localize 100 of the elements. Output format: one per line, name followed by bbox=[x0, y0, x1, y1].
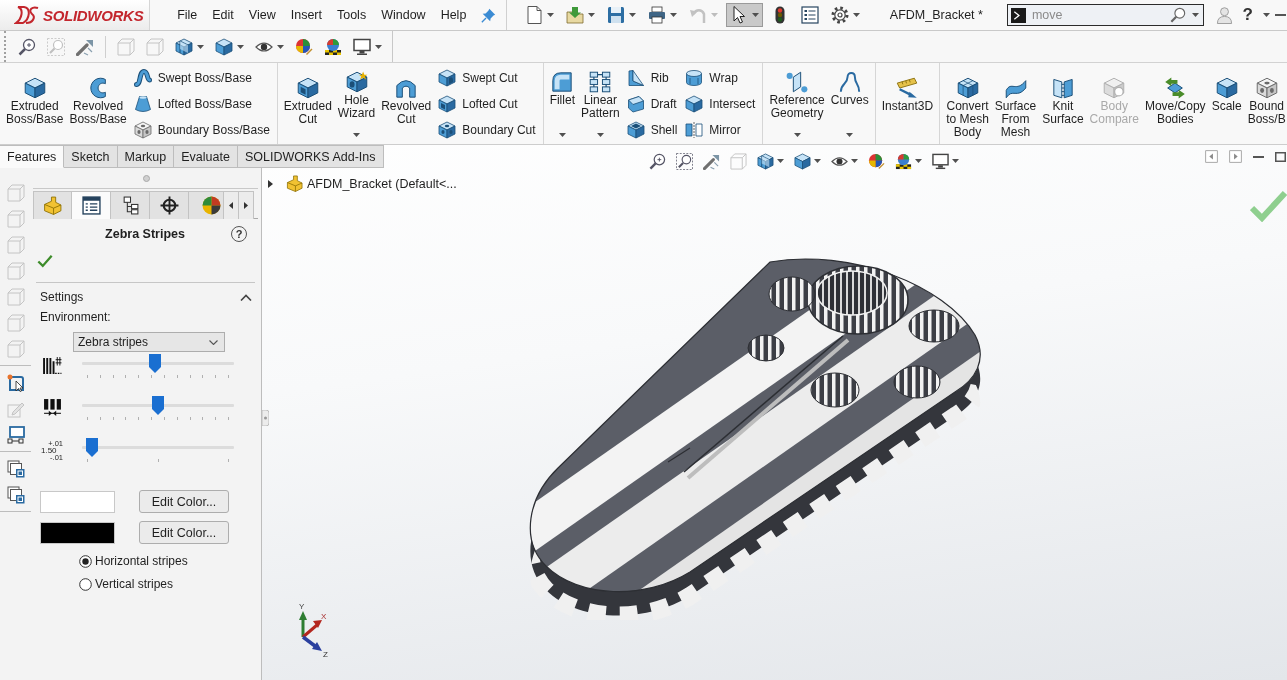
cut-block-icon bbox=[438, 69, 457, 87]
panel-tab[interactable] bbox=[111, 191, 150, 219]
ribbon-button[interactable]: Swept Cut bbox=[434, 65, 540, 91]
maximize-button[interactable] bbox=[1275, 151, 1286, 162]
brick-icon bbox=[438, 121, 457, 139]
select-button[interactable] bbox=[725, 3, 763, 27]
dock-right-button[interactable] bbox=[1229, 150, 1242, 163]
ribbon-button[interactable]: Mirror bbox=[681, 117, 760, 143]
scroll-left-button[interactable] bbox=[224, 191, 239, 219]
curved-line-icon bbox=[838, 71, 861, 93]
ribbon-button[interactable]: Reference Geometry bbox=[766, 63, 828, 144]
caret-icon bbox=[793, 133, 801, 137]
ribbon-button[interactable]: Shell bbox=[622, 117, 682, 143]
dock-left-button[interactable] bbox=[1205, 150, 1218, 163]
curved-arrow-icon bbox=[688, 6, 707, 24]
slider-thumb[interactable] bbox=[86, 438, 99, 457]
chevron-up-icon[interactable] bbox=[240, 293, 252, 301]
radio-option[interactable]: Vertical stripes bbox=[79, 576, 174, 592]
ribbon-button[interactable]: Move/Copy Bodies bbox=[1141, 63, 1209, 144]
triangle-right-icon bbox=[244, 202, 248, 209]
tab[interactable]: Sketch bbox=[64, 145, 118, 168]
menu-item[interactable]: Tools bbox=[329, 5, 374, 25]
ribbon-button[interactable]: Swept Boss/Base bbox=[129, 65, 274, 91]
menu-item[interactable]: Help bbox=[433, 5, 474, 25]
radio-option[interactable]: Horizontal stripes bbox=[79, 553, 188, 569]
sliced-cube-icon bbox=[756, 152, 774, 170]
panel-tab[interactable] bbox=[189, 191, 224, 219]
tab[interactable]: SOLIDWORKS Add-Ins bbox=[237, 145, 384, 168]
ribbon-button[interactable]: Draft bbox=[622, 91, 682, 117]
ribbon-button[interactable]: Revolved Boss/Base bbox=[66, 63, 130, 144]
caret-icon bbox=[197, 44, 204, 49]
ribbon-button[interactable]: Convert to Mesh Body bbox=[943, 63, 992, 144]
wire-box-icon bbox=[6, 210, 25, 228]
check-icon[interactable] bbox=[1250, 190, 1287, 222]
edit-color-button[interactable]: Edit Color... bbox=[139, 490, 229, 513]
grip-dot-icon[interactable] bbox=[142, 174, 150, 182]
ribbon-button[interactable]: Linear Pattern bbox=[577, 63, 623, 144]
edit-color-button[interactable]: Edit Color... bbox=[139, 521, 229, 544]
wire-box-icon bbox=[6, 314, 25, 332]
wire-box-icon bbox=[146, 37, 164, 56]
scroll-right-button[interactable] bbox=[239, 191, 254, 219]
ribbon-button[interactable]: Extruded Boss/Base bbox=[3, 63, 67, 144]
ribbon-button[interactable]: Rib bbox=[622, 65, 682, 91]
caret-icon bbox=[1191, 13, 1199, 17]
panel-tab[interactable] bbox=[150, 191, 189, 219]
menu-item[interactable]: Insert bbox=[283, 5, 330, 25]
ribbon-button[interactable]: Intersect bbox=[681, 91, 760, 117]
collapse-handle-icon[interactable] bbox=[262, 410, 269, 426]
tab[interactable]: Markup bbox=[117, 145, 175, 168]
ok-button[interactable] bbox=[37, 253, 53, 269]
color-sphere-icon bbox=[295, 37, 313, 56]
ribbon-button[interactable]: Fillet bbox=[546, 63, 578, 144]
menu-item[interactable]: Window bbox=[373, 5, 434, 25]
menu-item[interactable]: View bbox=[241, 5, 284, 25]
stripe-blocks-icon bbox=[43, 398, 62, 417]
monitor-icon bbox=[931, 152, 949, 170]
ribbon-button[interactable]: Curves bbox=[827, 63, 872, 144]
ribbon-button[interactable]: Wrap bbox=[681, 65, 760, 91]
ribbon-button[interactable]: Surface From Mesh bbox=[991, 63, 1040, 144]
ribbon-button[interactable]: Hole Wizard bbox=[334, 63, 379, 144]
caret-icon bbox=[669, 13, 677, 17]
menu-item[interactable]: Edit bbox=[204, 5, 242, 25]
caret-icon bbox=[813, 159, 821, 163]
ribbon-button[interactable]: Scale bbox=[1208, 63, 1245, 144]
ribbon-button[interactable]: Boundary Cut bbox=[434, 117, 540, 143]
cone-icon bbox=[133, 95, 152, 113]
ribbon-button[interactable]: Boundary Boss/Base bbox=[129, 117, 274, 143]
magnifier-box-icon bbox=[675, 152, 693, 170]
maximize-icon bbox=[1275, 151, 1286, 162]
menu-item[interactable]: File bbox=[169, 5, 205, 25]
box-grid-icon bbox=[589, 71, 612, 93]
caret-icon bbox=[846, 133, 854, 137]
ribbon-button[interactable]: Lofted Boss/Base bbox=[129, 91, 274, 117]
cut-block-icon bbox=[296, 77, 319, 99]
cube-icon bbox=[685, 95, 704, 113]
triangle-right-icon[interactable] bbox=[267, 179, 274, 188]
panel-tab[interactable] bbox=[72, 191, 111, 219]
tab[interactable]: Features bbox=[0, 145, 65, 168]
help-button[interactable]: ? bbox=[1234, 5, 1274, 25]
wire-box-icon bbox=[117, 37, 135, 56]
tab[interactable]: Evaluate bbox=[174, 145, 238, 168]
caret-icon bbox=[852, 13, 860, 17]
ribbon-button[interactable]: Revolved Cut bbox=[378, 63, 435, 144]
slider-thumb[interactable] bbox=[152, 396, 164, 415]
mesh-cube-icon bbox=[956, 77, 979, 99]
user-icon bbox=[1215, 6, 1233, 24]
ribbon-button[interactable]: Knit Surface bbox=[1039, 63, 1087, 144]
ribbon-button[interactable]: Extruded Cut bbox=[280, 63, 335, 144]
wire-box-icon bbox=[729, 152, 747, 170]
caret-icon bbox=[628, 13, 636, 17]
environment-dropdown[interactable]: Zebra stripes bbox=[73, 332, 225, 352]
ribbon-button[interactable]: Bound Boss/B bbox=[1244, 63, 1287, 144]
slider-thumb[interactable] bbox=[149, 354, 162, 373]
minimize-icon bbox=[1275, 14, 1286, 16]
ribbon-button[interactable]: Lofted Cut bbox=[434, 91, 540, 117]
tree-item[interactable]: AFDM_Bracket (Default<... bbox=[307, 176, 457, 191]
ruler-icon bbox=[896, 77, 919, 99]
ribbon-button[interactable]: Instant3D bbox=[878, 63, 937, 144]
minimize-button[interactable] bbox=[1253, 155, 1264, 158]
panel-right-icon bbox=[1229, 150, 1242, 163]
